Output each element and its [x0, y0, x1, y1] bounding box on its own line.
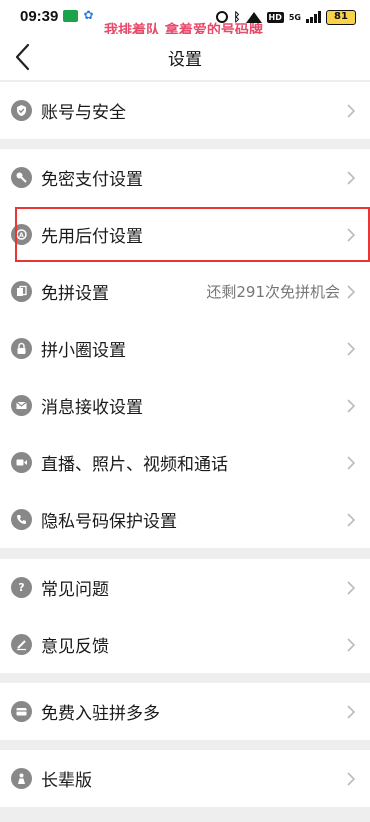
page-title: 设置 — [168, 50, 202, 70]
settings-section-account: 账号与安全 — [0, 82, 370, 139]
chevron-right-icon — [347, 228, 356, 242]
alarm-icon — [216, 11, 229, 23]
wifi-icon — [245, 11, 262, 23]
key-icon — [11, 167, 32, 188]
hd-badge: HD — [266, 11, 284, 23]
bluebird-notification-icon: ✿ — [83, 8, 94, 22]
settings-item-faq[interactable]: ? 常见问题 — [0, 559, 370, 616]
settings-item-value: 还剩291次免拼机会 — [206, 283, 340, 301]
settings-item-label: 长辈版 — [41, 771, 92, 791]
settings-item-label: 账号与安全 — [41, 103, 126, 123]
signal-icon — [306, 11, 321, 23]
settings-item-merchant-join[interactable]: 免费入驻拼多多 — [0, 683, 370, 740]
settings-item-account-security[interactable]: 账号与安全 — [0, 82, 370, 139]
chevron-right-icon — [347, 772, 356, 786]
settings-item-live-photo-video-call[interactable]: 直播、照片、视频和通话 — [0, 434, 370, 491]
bluetooth-icon: ᛒ — [233, 10, 241, 24]
settings-item-label: 免密支付设置 — [41, 170, 143, 190]
settings-item-label: 先用后付设置 — [41, 227, 143, 247]
chevron-right-icon — [347, 171, 356, 185]
copy-icon — [11, 281, 32, 302]
elder-icon — [11, 768, 32, 789]
chevron-right-icon — [347, 638, 356, 652]
shield-icon — [11, 100, 32, 121]
settings-item-label: 消息接收设置 — [41, 398, 143, 418]
battery-icon: 81 — [326, 9, 356, 25]
store-icon — [11, 701, 32, 722]
settings-item-message-receive[interactable]: 消息接收设置 — [0, 377, 370, 434]
settings-item-label: 意见反馈 — [41, 637, 109, 657]
settings-item-label: 拼小圈设置 — [41, 341, 126, 361]
mail-icon — [11, 395, 32, 416]
settings-item-privacy-number[interactable]: 隐私号码保护设置 — [0, 491, 370, 548]
svg-text:A: A — [19, 232, 24, 239]
chevron-right-icon — [347, 705, 356, 719]
video-icon — [11, 452, 32, 473]
settings-item-label: 常见问题 — [41, 580, 109, 600]
network-label: 5G — [288, 12, 301, 22]
settings-item-elder-mode[interactable]: 长辈版 — [0, 750, 370, 807]
settings-item-free-group[interactable]: 免拼设置 还剩291次免拼机会 — [0, 263, 370, 320]
settings-section-payment: 免密支付设置 A 先用后付设置 免拼设置 还剩291次免拼机会 拼小圈设置 消息… — [0, 149, 370, 548]
chevron-right-icon — [347, 581, 356, 595]
phone-icon — [11, 509, 32, 530]
settings-item-pay-later[interactable]: A 先用后付设置 — [0, 206, 370, 263]
chevron-right-icon — [347, 104, 356, 118]
status-time: 09:39 — [20, 8, 59, 25]
edit-icon — [11, 634, 32, 655]
settings-item-label: 免费入驻拼多多 — [41, 704, 160, 724]
status-icons: ᛒ HD 5G 81 — [216, 8, 356, 26]
lock-icon — [11, 338, 32, 359]
badge-icon: A — [11, 224, 32, 245]
header: 设置 — [0, 34, 370, 80]
settings-section-elder: 长辈版 — [0, 750, 370, 807]
settings-item-label: 隐私号码保护设置 — [41, 512, 177, 532]
settings-item-label: 免拼设置 — [41, 284, 109, 304]
app-notification-icon — [63, 10, 78, 22]
status-bar: 09:39 ✿ 我排着队 拿着爱的号码牌 ᛒ HD 5G 81 — [0, 0, 370, 39]
chevron-right-icon — [347, 513, 356, 527]
chevron-right-icon — [347, 285, 356, 299]
settings-item-feedback[interactable]: 意见反馈 — [0, 616, 370, 673]
chevron-right-icon — [347, 399, 356, 413]
settings-section-merchant: 免费入驻拼多多 — [0, 683, 370, 740]
question-icon: ? — [11, 577, 32, 598]
settings-item-password-free-payment[interactable]: 免密支付设置 — [0, 149, 370, 206]
settings-item-label: 直播、照片、视频和通话 — [41, 455, 228, 475]
settings-section-help: ? 常见问题 意见反馈 — [0, 559, 370, 673]
settings-item-circle-settings[interactable]: 拼小圈设置 — [0, 320, 370, 377]
chevron-right-icon — [347, 456, 356, 470]
chevron-right-icon — [347, 342, 356, 356]
